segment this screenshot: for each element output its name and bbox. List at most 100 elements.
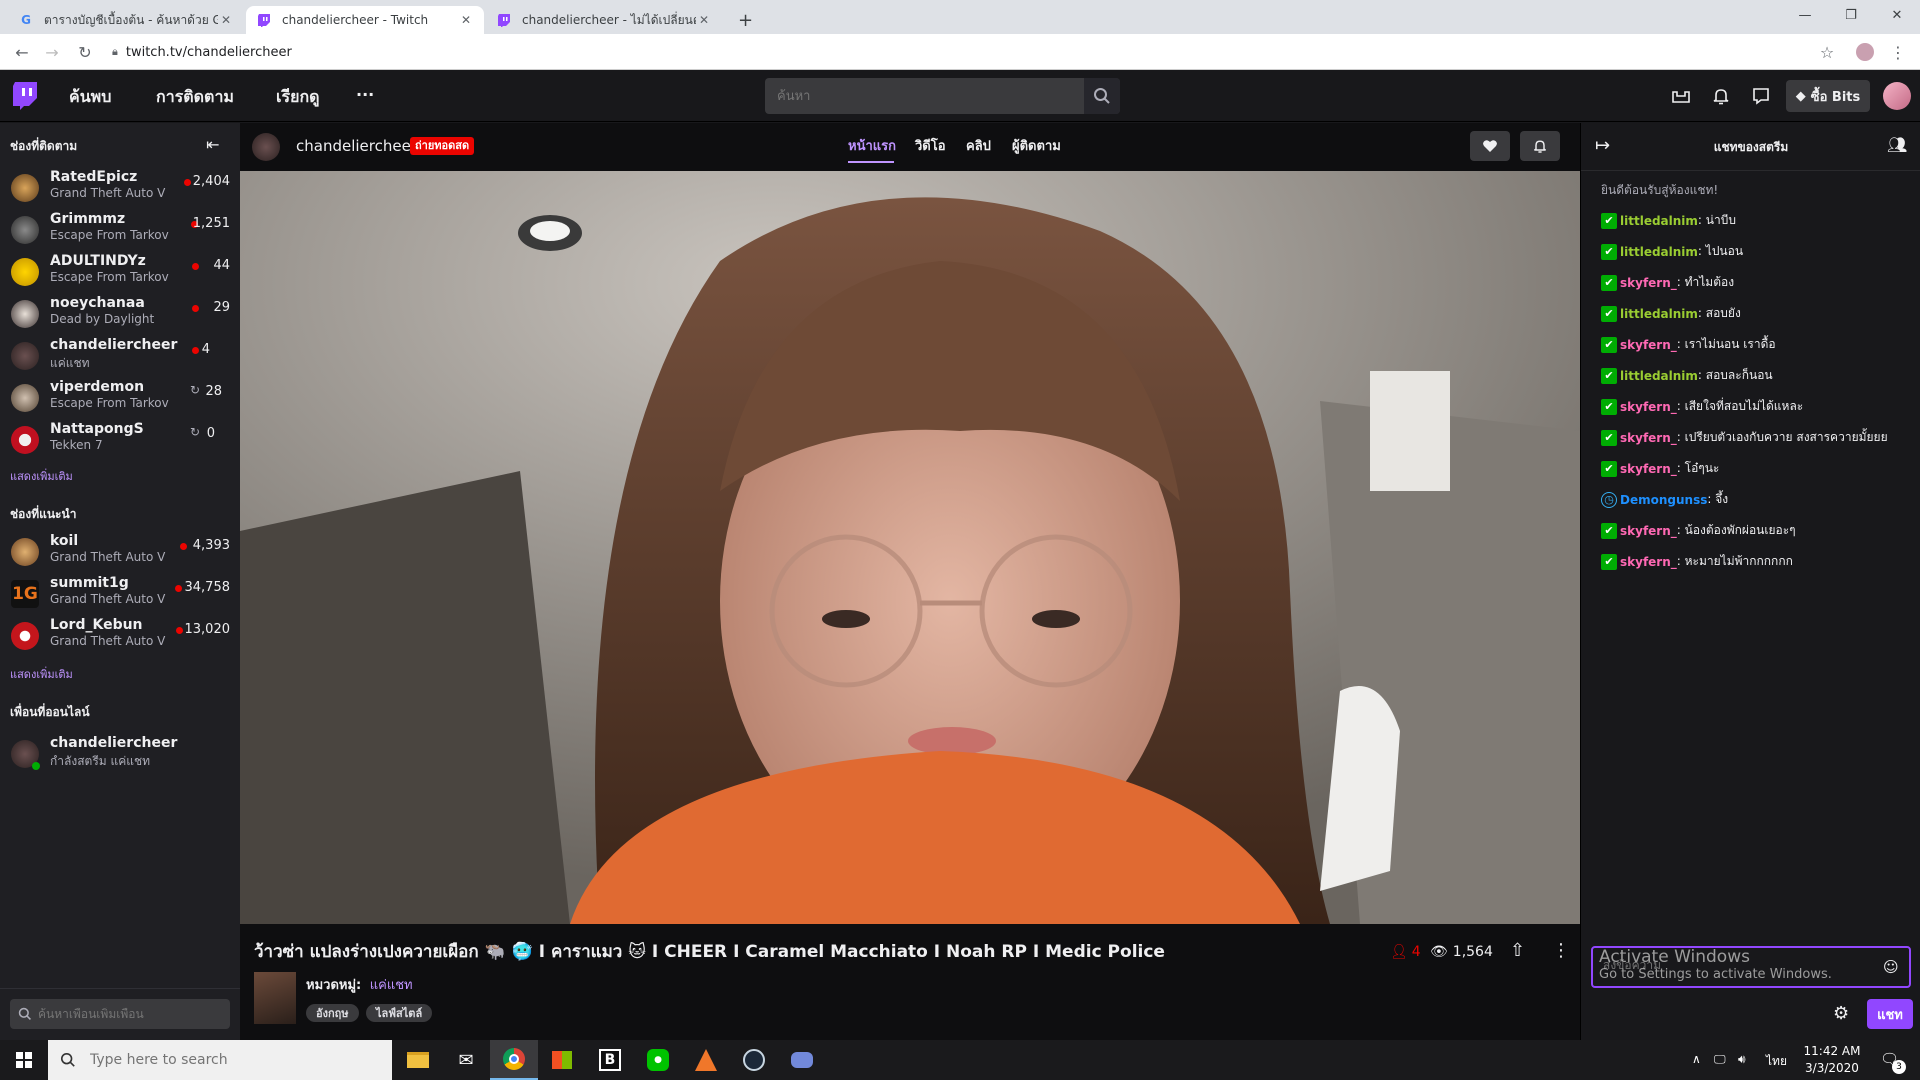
user-avatar[interactable] (1883, 82, 1911, 110)
channel-name: ADULTINDYz (50, 253, 146, 269)
tag-pill[interactable]: อังกฤษ (306, 1004, 359, 1022)
clock[interactable]: 11:42 AM 3/3/2020 (1802, 1043, 1862, 1077)
recommended-channel[interactable]: Lord_Kebun Grand Theft Auto V 13,020 (0, 613, 240, 655)
mail-icon[interactable]: ✉ (442, 1040, 490, 1080)
windows-start-icon[interactable] (0, 1040, 48, 1080)
file-explorer-icon[interactable] (394, 1040, 442, 1080)
share-icon[interactable]: ⇧ (1510, 940, 1525, 961)
volume-icon[interactable]: 🔊︎ (1738, 1052, 1746, 1067)
category-link[interactable]: แค่แชท (370, 978, 413, 993)
nav-following[interactable]: การติดตาม (156, 85, 234, 110)
follow-heart-button[interactable] (1470, 131, 1510, 161)
twitch-logo-icon[interactable] (12, 82, 38, 114)
more-options-icon[interactable]: ⋮ (1552, 940, 1570, 961)
friend-name: chandeliercheer (50, 735, 178, 751)
notifications-button[interactable] (1520, 131, 1560, 161)
new-tab-button[interactable]: + (728, 6, 768, 34)
minimize-icon[interactable]: — (1782, 0, 1828, 30)
channel-thumbnail[interactable] (254, 972, 296, 1024)
verified-badge-icon: ✔ (1601, 274, 1617, 291)
nav-browse[interactable]: ค้นพบ (69, 85, 111, 110)
tray-expand-icon[interactable]: ∧ (1692, 1052, 1701, 1066)
notification-bell-icon[interactable] (1709, 84, 1733, 108)
get-bits-button[interactable]: ◆ ซื้อ Bits (1786, 80, 1870, 112)
discord-icon[interactable] (778, 1040, 826, 1080)
channel-name: koil (50, 533, 79, 549)
emote-picker-icon[interactable]: ☺ (1883, 958, 1899, 976)
tab-clips[interactable]: คลิป (966, 135, 991, 156)
video-player[interactable] (240, 171, 1580, 924)
chat-username[interactable]: littledalnim (1620, 307, 1698, 321)
chat-username[interactable]: skyfern_ (1620, 431, 1677, 445)
followed-channel[interactable]: chandeliercheer แค่แชท 4 (0, 333, 240, 375)
store-icon[interactable] (538, 1040, 586, 1080)
chat-username[interactable]: littledalnim (1620, 214, 1698, 228)
back-icon[interactable]: ← (10, 40, 34, 64)
followed-channel[interactable]: viperdemon Escape From Tarkov ↻ 28 (0, 375, 240, 417)
restore-icon[interactable]: ❐ (1828, 0, 1874, 30)
input-language[interactable]: ไทย (1766, 1052, 1787, 1071)
browser-tab[interactable]: chandeliercheer - ไม่ได้เปลี่ยนตามนี้ ✕ (486, 6, 722, 34)
chat-username[interactable]: skyfern_ (1620, 276, 1677, 290)
chrome-icon[interactable] (490, 1040, 538, 1080)
chat-username[interactable]: skyfern_ (1620, 555, 1677, 569)
chat-settings-gear-icon[interactable]: ⚙ (1833, 1003, 1849, 1024)
friend-item[interactable]: chandeliercheer กำลังสตรีม แค่แชท (0, 731, 240, 773)
chat-input[interactable] (1603, 958, 1863, 972)
browser-tab[interactable]: G ตารางบัญชีเบื้องต้น - ค้นหาด้วย Goog ✕ (8, 6, 244, 34)
tab-home[interactable]: หน้าแรก (848, 135, 896, 156)
channel-name[interactable]: chandeliercheer (296, 137, 417, 155)
line-icon[interactable]: ● (634, 1040, 682, 1080)
close-tab-icon[interactable]: ✕ (696, 13, 712, 27)
chat-username[interactable]: skyfern_ (1620, 400, 1677, 414)
taskbar-search-input[interactable] (90, 1052, 370, 1068)
chat-username[interactable]: skyfern_ (1620, 524, 1677, 538)
recommended-channel[interactable]: koil Grand Theft Auto V 4,393 (0, 529, 240, 571)
search-input[interactable] (765, 78, 1084, 114)
tag-pill[interactable]: ไลฟ์สไตล์ (366, 1004, 433, 1022)
chat-username[interactable]: Demongunss (1620, 493, 1707, 507)
chat-username[interactable]: littledalnim (1620, 369, 1698, 383)
search-icon[interactable] (1084, 78, 1120, 114)
friend-search-input[interactable] (38, 1007, 218, 1021)
inbox-icon[interactable] (1669, 84, 1693, 108)
chat-message: ✔ littledalnim: สอบละก็นอน (1601, 360, 1911, 391)
chat-username[interactable]: littledalnim (1620, 245, 1698, 259)
collapse-sidebar-icon[interactable]: ⇤ (206, 135, 219, 154)
followed-channel[interactable]: Grimmmz Escape From Tarkov 1,251 (0, 207, 240, 249)
channel-avatar[interactable] (252, 133, 280, 161)
forward-icon[interactable]: → (40, 40, 64, 64)
close-tab-icon[interactable]: ✕ (218, 13, 234, 27)
bookmark-star-icon[interactable]: ☆ (1815, 40, 1839, 64)
profile-avatar-icon[interactable] (1853, 40, 1877, 64)
network-icon[interactable]: 🖵︎ (1714, 1052, 1726, 1067)
tab-videos[interactable]: วิดีโอ (915, 135, 946, 156)
followed-channel[interactable]: noeychanaa Dead by Daylight 29 (0, 291, 240, 333)
tab-followers[interactable]: ผู้ติดตาม (1012, 135, 1061, 156)
close-window-icon[interactable]: ✕ (1874, 0, 1920, 30)
whispers-icon[interactable] (1749, 84, 1773, 108)
viewer-count: 1,251 (192, 216, 230, 231)
bandicam-icon[interactable]: B (586, 1040, 634, 1080)
show-more-link[interactable]: แสดงเพิ่มเติม (10, 467, 73, 485)
chat-username[interactable]: skyfern_ (1620, 462, 1677, 476)
more-icon[interactable]: ··· (356, 85, 374, 104)
browser-tab-active[interactable]: chandeliercheer - Twitch ✕ (246, 6, 484, 34)
avast-icon[interactable] (682, 1040, 730, 1080)
show-more-link[interactable]: แสดงเพิ่มเติม (10, 665, 73, 683)
avatar (11, 258, 39, 286)
address-bar[interactable]: 🔒︎ twitch.tv/chandeliercheer (112, 38, 1902, 66)
chat-username[interactable]: skyfern_ (1620, 338, 1677, 352)
community-icon[interactable]: 👥︎ (1887, 135, 1907, 154)
nav-esports[interactable]: เรียกดู (276, 85, 320, 110)
followed-channel[interactable]: RatedEpicz Grand Theft Auto V 2,404 (0, 165, 240, 207)
reload-icon[interactable]: ↻ (73, 40, 97, 64)
send-chat-button[interactable]: แชท (1867, 999, 1913, 1029)
tab-title: chandeliercheer - ไม่ได้เปลี่ยนตามนี้ (522, 12, 696, 27)
chrome-menu-icon[interactable]: ⋮ (1886, 40, 1910, 64)
steam-icon[interactable] (730, 1040, 778, 1080)
followed-channel[interactable]: ADULTINDYz Escape From Tarkov 44 (0, 249, 240, 291)
close-tab-icon[interactable]: ✕ (458, 13, 474, 27)
recommended-channel[interactable]: 1G summit1g Grand Theft Auto V 34,758 (0, 571, 240, 613)
followed-channel[interactable]: NattapongS Tekken 7 ↻ 0 (0, 417, 240, 459)
